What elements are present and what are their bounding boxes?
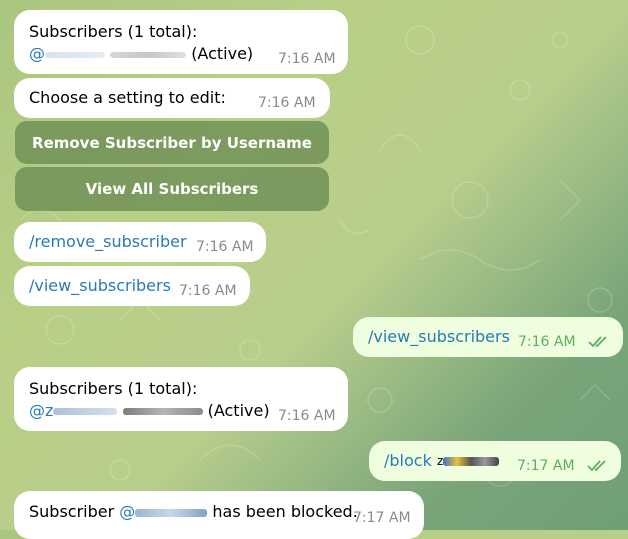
message-text: Subscriber @ has been blocked. [29,502,358,521]
subscriber-status: (Active) [191,44,254,63]
message-subscribers-list: Subscribers (1 total): @ (Active) 7:16 A… [14,10,348,74]
message-time: 7:17 AM [353,510,411,526]
redacted-handle [135,508,208,517]
command-link[interactable]: /view_subscribers [29,276,171,296]
message-time: 7:16 AM [278,408,336,424]
command-link[interactable]: /block [384,451,432,470]
message-title: Subscribers (1 total): [29,22,198,41]
subscriber-entry: @ (Active) [29,44,253,64]
subscriber-handle-link[interactable]: @z [29,401,118,420]
command-link[interactable]: /view_subscribers [368,327,510,347]
message-subscribers-list-2: Subscribers (1 total): @z (Active) 7:16 … [14,367,348,431]
outgoing-message-block: /block z 7:17 AM [369,441,621,481]
block-command: /block z [384,451,500,471]
view-all-subscribers-button[interactable]: View All Subscribers [15,167,329,211]
message-title: Subscribers (1 total): [29,379,198,398]
outgoing-message-view-subscribers: /view_subscribers 7:16 AM [353,317,623,357]
message-subscriber-blocked: Subscriber @ has been blocked. 7:17 AM [14,491,424,539]
read-checkmarks-icon [587,460,606,472]
message-view-subscribers-command: /view_subscribers 7:16 AM [14,266,250,306]
message-remove-subscriber-command: /remove_subscriber 7:16 AM [14,222,266,262]
message-choose-setting: Choose a setting to edit: 7:16 AM [14,78,330,118]
message-time: 7:16 AM [196,239,254,255]
read-checkmarks-icon [588,336,607,348]
message-time: 7:17 AM [517,458,575,474]
redacted-handle [53,408,118,415]
command-link[interactable]: /remove_subscriber [29,232,187,252]
redacted-name [110,51,187,58]
message-time: 7:16 AM [278,51,336,67]
redacted-handle [45,51,105,58]
redacted-username [443,457,500,466]
message-time: 7:16 AM [258,95,316,111]
subscriber-handle-link[interactable]: @ [119,502,208,521]
subscriber-entry: @z (Active) [29,401,270,421]
message-time: 7:16 AM [518,334,576,350]
remove-subscriber-button[interactable]: Remove Subscriber by Username [15,121,329,164]
subscriber-handle-link[interactable]: @ [29,44,105,63]
message-time: 7:16 AM [179,283,237,299]
redacted-name [122,408,203,415]
message-text: Choose a setting to edit: [29,88,226,107]
subscriber-status: (Active) [207,401,270,420]
